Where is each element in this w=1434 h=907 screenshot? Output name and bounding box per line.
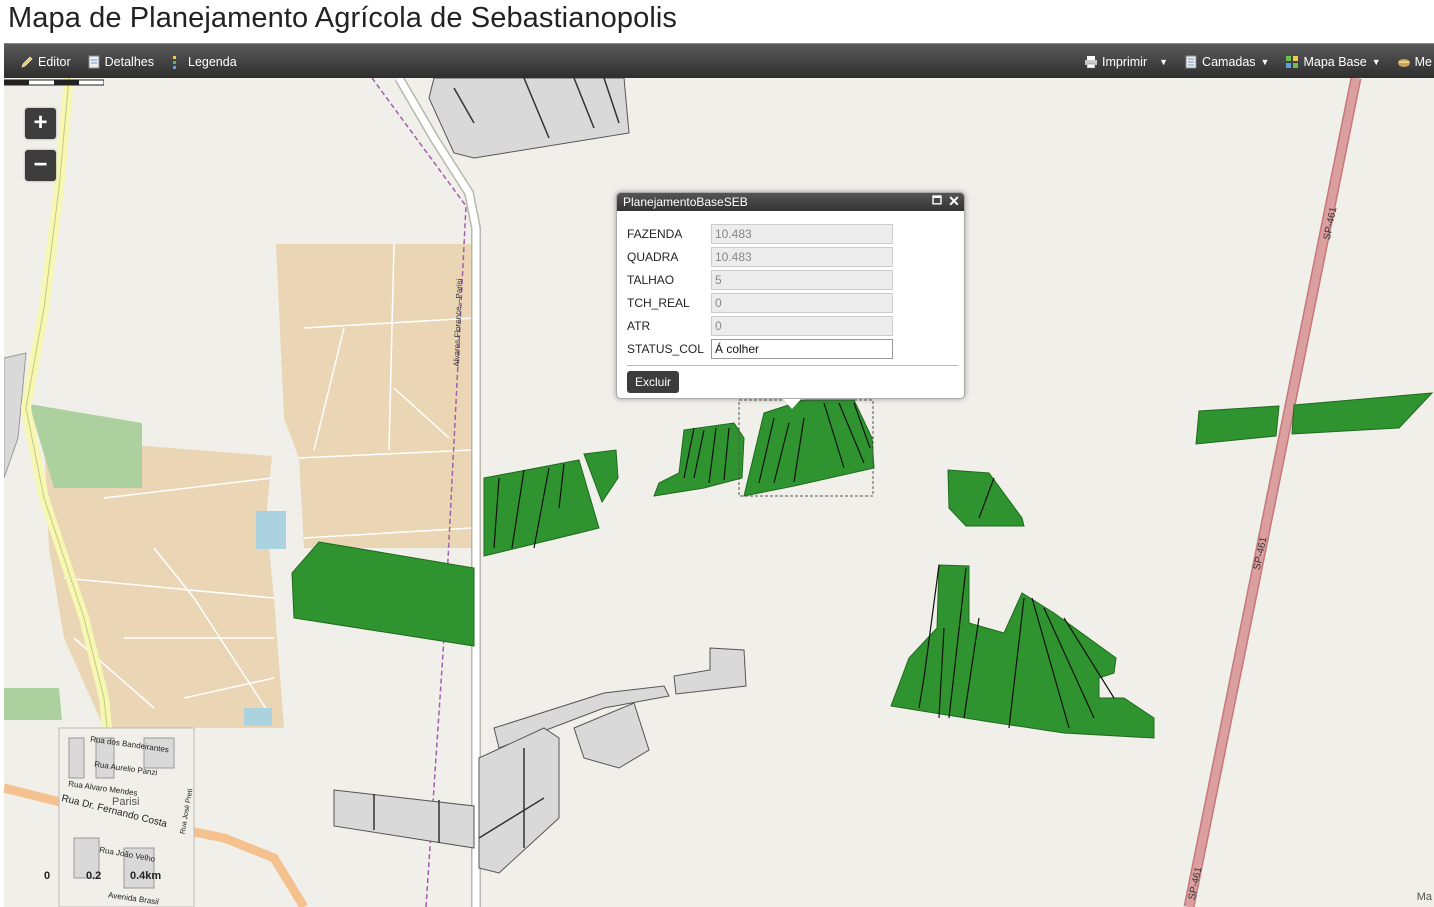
pond bbox=[256, 511, 286, 549]
printer-icon bbox=[1084, 55, 1097, 68]
quadra-field[interactable] bbox=[711, 247, 893, 267]
editor-button[interactable]: Editor bbox=[12, 44, 79, 79]
field-row-quadra: QUADRA bbox=[627, 247, 893, 267]
legend-button[interactable]: Legenda bbox=[162, 44, 245, 79]
legend-icon bbox=[173, 55, 176, 69]
document-icon bbox=[88, 55, 100, 68]
field-green bbox=[291, 541, 475, 647]
divider bbox=[627, 365, 958, 366]
parcel-gray bbox=[333, 789, 475, 849]
print-label: Imprimir bbox=[1101, 54, 1148, 69]
field-label: QUADRA bbox=[627, 250, 679, 264]
basemap-button[interactable]: Mapa Base ▼ bbox=[1277, 44, 1388, 79]
legend-label: Legenda bbox=[188, 54, 237, 69]
status-col-field[interactable] bbox=[711, 339, 893, 359]
fazenda-field[interactable] bbox=[711, 224, 893, 244]
urban-area bbox=[276, 244, 474, 548]
field-label: TALHAO bbox=[627, 273, 675, 287]
parcel-gray bbox=[673, 647, 747, 695]
field-row-status-col: STATUS_COL bbox=[627, 339, 893, 359]
layers-button[interactable]: Camadas ▼ bbox=[1176, 44, 1277, 79]
field-row-fazenda: FAZENDA bbox=[627, 224, 893, 244]
measure-label: Me bbox=[1414, 54, 1432, 69]
park-area bbox=[4, 688, 62, 720]
field-green bbox=[1195, 405, 1280, 445]
field-label: TCH_REAL bbox=[627, 296, 690, 310]
zoom-out-button[interactable]: − bbox=[25, 150, 56, 181]
ruler-icon bbox=[1397, 58, 1410, 67]
popup-header: PlanejamentoBaseSEB 🗖 ✕ bbox=[617, 193, 964, 211]
close-icon[interactable]: ✕ bbox=[947, 194, 961, 208]
scale-label: 0 bbox=[44, 870, 51, 882]
scale-bar bbox=[4, 79, 104, 86]
field-green bbox=[653, 422, 745, 497]
feature-popup: PlanejamentoBaseSEB 🗖 ✕ FAZENDA QUADRA T… bbox=[616, 192, 965, 409]
chevron-down-icon: ▼ bbox=[1159, 56, 1169, 67]
popup-pointer bbox=[783, 399, 801, 409]
basemap-label: Mapa Base bbox=[1303, 54, 1367, 69]
field-row-atr: ATR bbox=[627, 316, 893, 336]
chevron-down-icon: ▼ bbox=[1371, 56, 1381, 67]
layers-icon bbox=[1185, 55, 1197, 68]
pond bbox=[244, 708, 272, 726]
print-button[interactable]: Imprimir ▼ bbox=[1076, 44, 1176, 79]
delete-button[interactable]: Excluir bbox=[627, 371, 680, 393]
popup-title: PlanejamentoBaseSEB bbox=[623, 195, 748, 209]
field-label: ATR bbox=[627, 319, 651, 333]
details-label: Detalhes bbox=[104, 54, 154, 69]
field-row-talhao: TALHAO bbox=[627, 270, 893, 290]
page-title: Mapa de Planejamento Agrícola de Sebasti… bbox=[8, 2, 678, 34]
parcel-gray bbox=[478, 727, 560, 874]
scale-label: 0.2 bbox=[86, 870, 102, 882]
measure-button[interactable]: Me bbox=[1389, 44, 1434, 79]
basemap-icon bbox=[1286, 55, 1299, 68]
details-button[interactable]: Detalhes bbox=[79, 44, 162, 79]
maximize-icon[interactable]: 🗖 bbox=[930, 194, 944, 208]
field-green bbox=[743, 399, 875, 497]
field-green bbox=[890, 564, 1155, 739]
zoom-in-button[interactable]: + bbox=[25, 108, 56, 139]
layers-label: Camadas bbox=[1202, 54, 1256, 69]
toolbar: Editor Detalhes Legenda Imprimir ▼ Camad… bbox=[4, 43, 1434, 78]
pencil-icon bbox=[21, 56, 33, 67]
map-attribution: Ma bbox=[1416, 891, 1432, 903]
field-label: STATUS_COL bbox=[627, 342, 704, 356]
scale-label: 0.4km bbox=[130, 870, 162, 882]
field-row-tch-real: TCH_REAL bbox=[627, 293, 893, 313]
chevron-down-icon: ▼ bbox=[1260, 56, 1270, 67]
field-label: FAZENDA bbox=[627, 227, 683, 241]
talhao-field[interactable] bbox=[711, 270, 893, 290]
atr-field[interactable] bbox=[711, 316, 893, 336]
tch-real-field[interactable] bbox=[711, 293, 893, 313]
field-green bbox=[1291, 392, 1434, 435]
editor-label: Editor bbox=[38, 54, 71, 69]
